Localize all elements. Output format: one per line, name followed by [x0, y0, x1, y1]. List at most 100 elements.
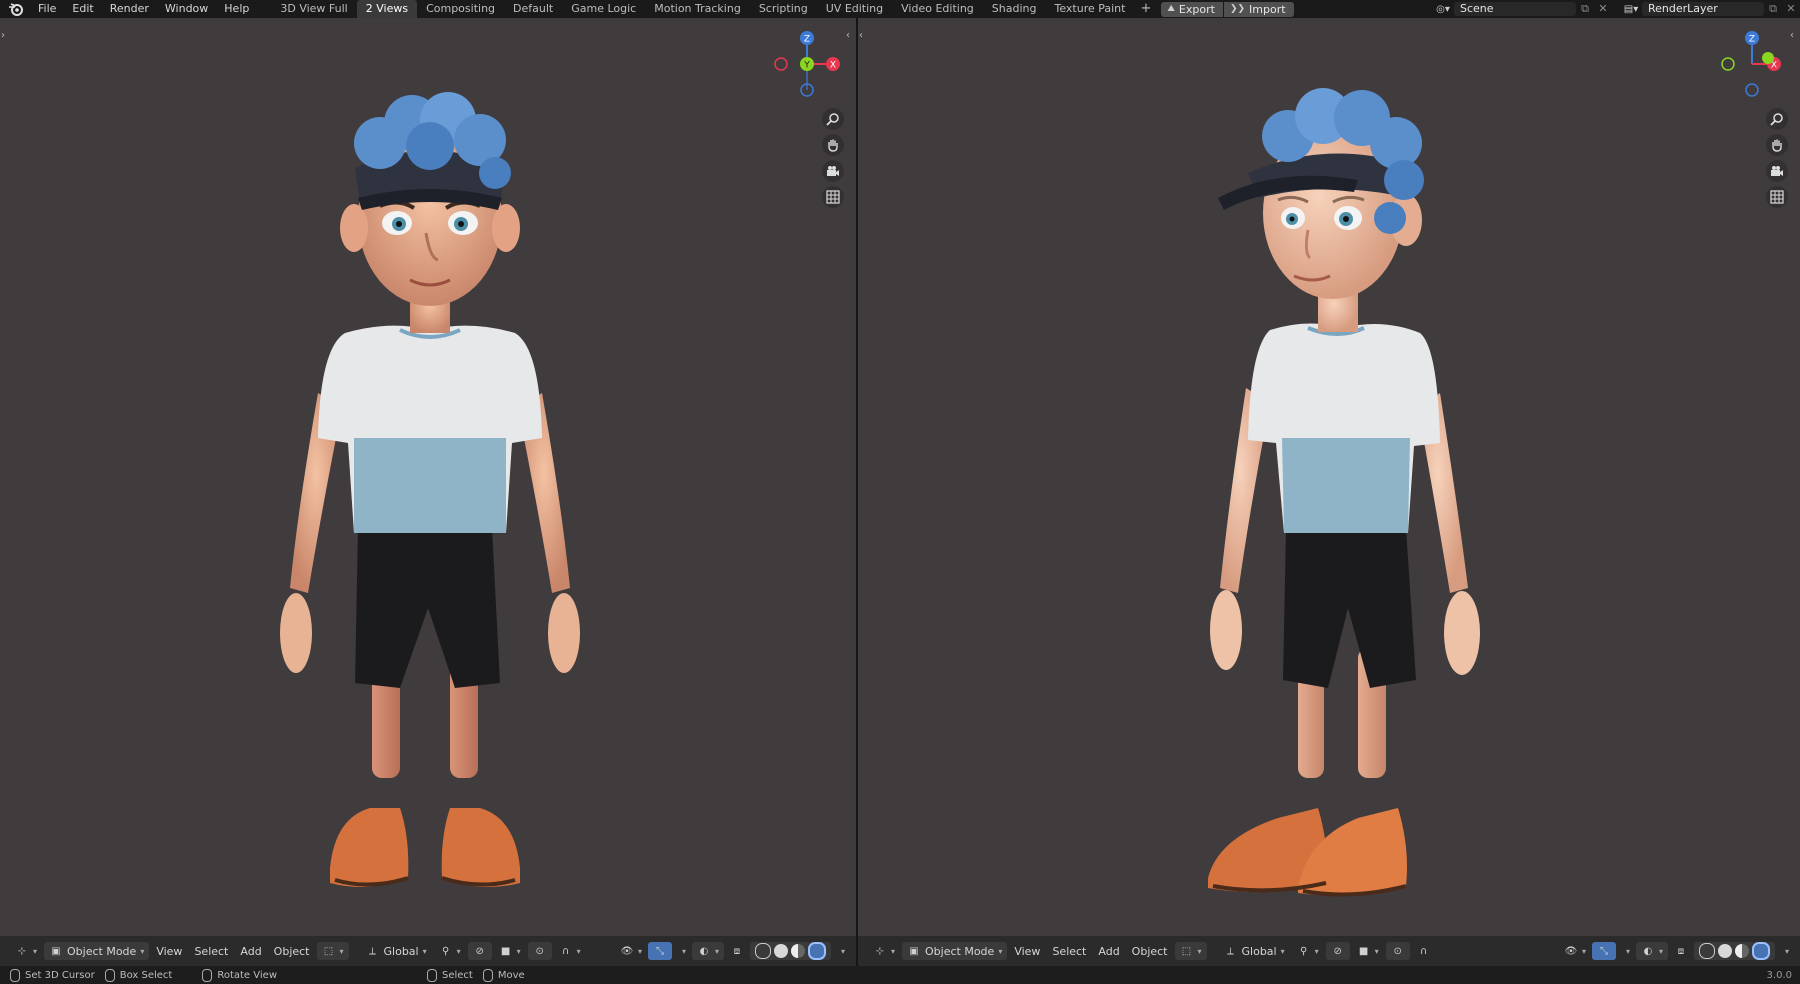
view-layer-icon[interactable]: ▤▾ [1620, 2, 1642, 16]
solid-shading-icon[interactable] [773, 944, 788, 958]
tab-default[interactable]: Default [504, 0, 562, 18]
viewport-nav-tools [822, 108, 846, 208]
mouse-right-icon [427, 968, 437, 982]
navigation-gizmo[interactable]: Z X [1712, 24, 1792, 104]
xray-toggle[interactable]: ⧈ [725, 942, 749, 960]
toolbar-expand-icon[interactable]: ‹ [859, 30, 863, 41]
tab-3d-view-full[interactable]: 3D View Full [271, 0, 356, 18]
import-button[interactable]: ❯❯ Import [1223, 1, 1294, 17]
gizmo-toggle[interactable]: ⤡ [1591, 942, 1616, 960]
camera-icon[interactable] [1766, 160, 1788, 182]
snap-toggle[interactable]: ⊘ [467, 942, 492, 960]
menu-edit[interactable]: Edit [64, 0, 101, 18]
editor-type-button[interactable]: ⊹ ▾ [868, 942, 900, 960]
import-label: Import [1249, 2, 1286, 16]
mode-dropdown[interactable]: ▣ Object Mode ▾ [44, 942, 150, 960]
solid-shading-icon[interactable] [1717, 944, 1732, 958]
grid-ortho-icon[interactable] [822, 186, 844, 208]
tab-game-logic[interactable]: Game Logic [562, 0, 645, 18]
toolbar-expand-icon[interactable]: › [1, 30, 5, 41]
gizmo-toggle[interactable]: ⤡ [647, 942, 672, 960]
grid-ortho-icon[interactable] [1766, 186, 1788, 208]
hand-pan-icon[interactable] [822, 134, 844, 156]
transform-orientation-dropdown[interactable]: ⟂ Global ▾ [361, 942, 432, 960]
wireframe-shading-icon[interactable] [754, 943, 771, 959]
rendered-shading-icon[interactable] [807, 942, 826, 960]
rendered-shading-icon[interactable] [1751, 942, 1770, 960]
mode-label: Object Mode [925, 944, 995, 958]
xray-toggle[interactable]: ⧈ [1669, 942, 1693, 960]
select-mode-button[interactable]: ⬚ ▾ [316, 942, 349, 960]
tab-scripting[interactable]: Scripting [750, 0, 817, 18]
workspace-tabs: 3D View Full 2 Views Compositing Default… [271, 0, 1157, 18]
material-shading-icon[interactable] [790, 944, 805, 958]
add-workspace-button[interactable]: + [1134, 0, 1157, 18]
tab-motion-tracking[interactable]: Motion Tracking [645, 0, 750, 18]
gizmo-neg-y[interactable] [1721, 57, 1735, 71]
viewport-left[interactable]: › ‹ Z X Y [0, 18, 856, 936]
menu-add[interactable]: Add [1093, 942, 1124, 960]
close-scene-icon[interactable]: ✕ [1594, 2, 1612, 16]
wireframe-shading-icon[interactable] [1698, 943, 1715, 959]
zoom-icon[interactable] [822, 108, 844, 130]
menu-select[interactable]: Select [189, 942, 233, 960]
proportional-edit-icon: ⊙ [535, 945, 544, 957]
gizmo-y[interactable] [1762, 52, 1774, 64]
zoom-icon[interactable] [1766, 108, 1788, 130]
blender-logo-icon[interactable] [8, 2, 24, 16]
menu-help[interactable]: Help [216, 0, 257, 18]
gizmo-neg-x[interactable] [774, 57, 788, 71]
scene-name-field[interactable]: Scene [1454, 2, 1576, 16]
viewport-right[interactable]: ‹ ‹ Z X [858, 18, 1800, 936]
close-layer-icon[interactable]: ✕ [1782, 2, 1800, 16]
proportional-edit-toggle[interactable]: ⊙ [1385, 942, 1410, 960]
menu-view[interactable]: View [1009, 942, 1045, 960]
snap-target-button[interactable]: ■ ▾ [494, 942, 526, 960]
snap-toggle[interactable]: ⊘ [1325, 942, 1350, 960]
menu-object[interactable]: Object [269, 942, 315, 960]
mode-dropdown[interactable]: ▣ Object Mode ▾ [902, 942, 1008, 960]
gizmo-options[interactable]: ▾ [673, 942, 691, 960]
pivot-point-button[interactable]: ⚲ ▾ [1292, 942, 1324, 960]
export-button[interactable]: ⛰ Export [1161, 1, 1223, 17]
snap-target-button[interactable]: ■ ▾ [1352, 942, 1384, 960]
shading-options[interactable]: ▾ [1776, 942, 1794, 960]
menu-add[interactable]: Add [235, 942, 266, 960]
menu-file[interactable]: File [30, 0, 64, 18]
tab-texture-paint[interactable]: Texture Paint [1045, 0, 1134, 18]
proportional-edit-toggle[interactable]: ⊙ [527, 942, 552, 960]
visibility-button[interactable]: 👁 ▾ [615, 942, 647, 960]
transform-orientation-dropdown[interactable]: ⟂ Global ▾ [1219, 942, 1290, 960]
camera-icon[interactable] [822, 160, 844, 182]
tab-uv-editing[interactable]: UV Editing [817, 0, 892, 18]
shading-options[interactable]: ▾ [832, 942, 850, 960]
overlays-toggle[interactable]: ◐ ▾ [691, 942, 724, 960]
material-shading-icon[interactable] [1734, 944, 1749, 958]
view-layer-field[interactable]: RenderLayer [1642, 2, 1764, 16]
menu-window[interactable]: Window [157, 0, 216, 18]
status-box-select: Box Select [104, 968, 172, 982]
tab-video-editing[interactable]: Video Editing [892, 0, 983, 18]
gizmo-neg-z[interactable] [1745, 83, 1759, 97]
scene-icon[interactable]: ◎▾ [1432, 2, 1454, 16]
hand-pan-icon[interactable] [1766, 134, 1788, 156]
pivot-point-button[interactable]: ⚲ ▾ [434, 942, 466, 960]
tab-shading[interactable]: Shading [983, 0, 1046, 18]
falloff-button[interactable]: ∩ ▾ [554, 942, 586, 960]
menu-object[interactable]: Object [1127, 942, 1173, 960]
falloff-button[interactable]: ∩ [1412, 942, 1436, 960]
menu-select[interactable]: Select [1047, 942, 1091, 960]
duplicate-scene-icon[interactable]: ⧉ [1576, 2, 1594, 16]
orientation-icon: ⟂ [369, 945, 376, 957]
editor-type-button[interactable]: ⊹ ▾ [10, 942, 42, 960]
menu-view[interactable]: View [151, 942, 187, 960]
navigation-gizmo[interactable]: Z X Y [767, 24, 847, 104]
visibility-button[interactable]: 👁 ▾ [1559, 942, 1591, 960]
overlays-toggle[interactable]: ◐ ▾ [1635, 942, 1668, 960]
menu-render[interactable]: Render [102, 0, 157, 18]
select-mode-button[interactable]: ⬚ ▾ [1174, 942, 1207, 960]
gizmo-options[interactable]: ▾ [1617, 942, 1635, 960]
duplicate-layer-icon[interactable]: ⧉ [1764, 2, 1782, 16]
tab-compositing[interactable]: Compositing [417, 0, 504, 18]
tab-2-views[interactable]: 2 Views [356, 0, 418, 18]
